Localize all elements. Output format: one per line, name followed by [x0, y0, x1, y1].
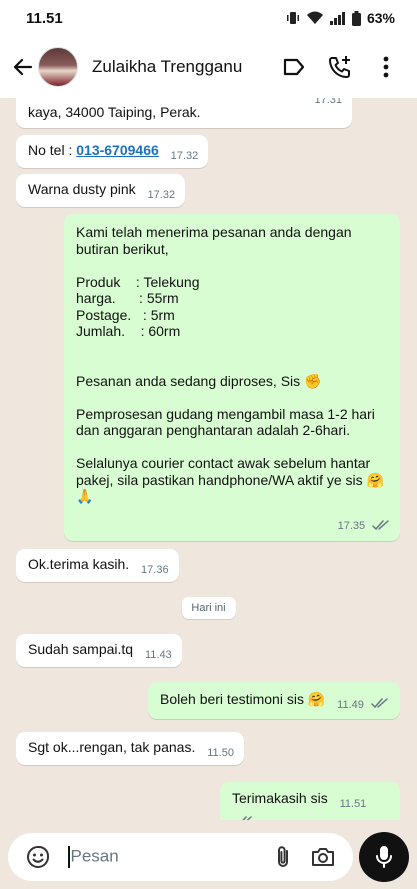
message-time: 17.35	[337, 520, 366, 532]
back-arrow-icon	[13, 58, 33, 76]
date-chip: Hari ini	[181, 597, 236, 619]
message-text-prefix: No tel :	[28, 142, 77, 158]
mic-button[interactable]	[359, 831, 409, 882]
signal-icon	[329, 12, 345, 25]
message-bubble[interactable]: Sudah sampai.tq 11.43	[16, 634, 182, 667]
message-bubble-out[interactable]: Terimakasih sis 11.51	[220, 782, 400, 820]
paperclip-icon	[278, 845, 289, 867]
message-text: Sudah sampai.tq	[28, 641, 134, 657]
message-time: 11.49	[337, 699, 364, 711]
chat-area[interactable]: kaya, 34000 Taiping, Perak. 17.31 No tel…	[0, 98, 417, 820]
status-icons: 63%	[286, 10, 395, 26]
message-input[interactable]: Pesan	[68, 845, 263, 868]
message-text: kaya, 34000 Taiping, Perak.	[28, 104, 201, 120]
message-time: 11.43	[144, 649, 172, 661]
message-bubble[interactable]: Sgt ok...rengan, tak panas. 11.50	[16, 732, 244, 765]
sticker-emoji-icon	[27, 845, 49, 868]
chat-header: Zulaikha Trengganu	[0, 36, 417, 98]
message-text: Terimakasih sis	[232, 790, 328, 806]
message-bubble[interactable]: kaya, 34000 Taiping, Perak. 17.31	[16, 98, 352, 128]
message-bubble[interactable]: Warna dusty pink 17.32	[16, 174, 186, 207]
emoji-button[interactable]	[18, 837, 58, 877]
status-time: 11.51	[26, 9, 63, 27]
label-button[interactable]	[271, 47, 317, 87]
battery-icon	[351, 10, 361, 26]
message-time: 11.51	[339, 798, 367, 810]
composer: Pesan	[0, 824, 417, 889]
battery-percent: 63%	[366, 10, 395, 26]
message-bubble[interactable]: Ok.terima kasih. 17.36	[16, 549, 179, 582]
more-vert-icon	[383, 56, 389, 78]
mic-icon	[376, 845, 393, 868]
status-bar: 11.51 63%	[0, 0, 417, 36]
attach-button[interactable]	[263, 837, 303, 877]
text-caret	[68, 845, 70, 868]
label-icon	[283, 58, 305, 76]
camera-button[interactable]	[303, 837, 343, 877]
message-time: 17.32	[147, 189, 176, 201]
message-input-container[interactable]: Pesan	[8, 832, 354, 881]
read-ticks-icon	[372, 520, 389, 530]
message-input-placeholder: Pesan	[70, 845, 119, 865]
vibrate-icon	[286, 12, 299, 24]
phone-add-icon	[329, 56, 350, 78]
message-time: 11.50	[207, 747, 234, 759]
message-text: Boleh beri testimoni sis 🤗	[160, 691, 326, 707]
message-text: Sgt ok...rengan, tak panas.	[28, 739, 196, 755]
message-bubble[interactable]: No tel : 013-6709466 17.32	[16, 135, 209, 168]
add-call-button[interactable]	[317, 47, 363, 87]
camera-icon	[312, 847, 335, 866]
avatar[interactable]	[38, 47, 78, 87]
message-text: Warna dusty pink	[28, 181, 136, 197]
read-ticks-icon	[371, 698, 388, 708]
wifi-icon	[306, 11, 323, 24]
message-time: 17.32	[170, 150, 199, 162]
phone-link[interactable]: 013-6709466	[76, 142, 159, 158]
message-text: Ok.terima kasih.	[28, 556, 130, 572]
read-ticks-icon	[242, 816, 252, 820]
contact-name[interactable]: Zulaikha Trengganu	[92, 57, 271, 77]
message-time: 17.31	[314, 98, 342, 106]
more-options-button[interactable]	[363, 47, 409, 87]
message-bubble-out[interactable]: Boleh beri testimoni sis 🤗 11.49	[148, 682, 400, 719]
message-time: 17.36	[141, 564, 169, 576]
message-text: Kami telah menerima pesanan anda dengan …	[76, 224, 384, 504]
message-bubble-out[interactable]: Kami telah menerima pesanan anda dengan …	[64, 214, 400, 541]
back-button[interactable]	[8, 47, 36, 87]
